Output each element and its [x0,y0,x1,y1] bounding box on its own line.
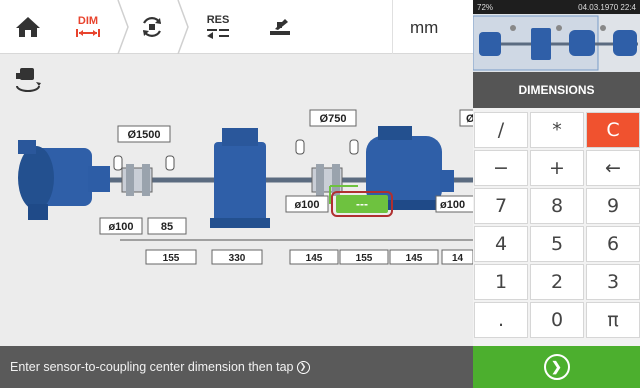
key-backspace[interactable]: ← [586,150,640,186]
svg-text:ø100: ø100 [108,221,133,233]
continue-button[interactable]: ❯ [473,346,640,388]
dim-145-b[interactable]: 145 [389,249,439,265]
datetime: 04.03.1970 22:4 [578,2,636,12]
key-5[interactable]: 5 [530,226,584,262]
dim-d100-a[interactable]: ø100 [99,217,143,235]
svg-text:Ø1500: Ø1500 [127,129,160,141]
machine-settings-button[interactable] [8,58,48,98]
dimensions-header: DIMENSIONS [473,72,640,108]
key-0[interactable]: 0 [530,302,584,338]
key-1[interactable]: 1 [474,264,528,300]
coupling-1 [113,155,175,196]
dim-button[interactable]: DIM [60,0,116,54]
key-6[interactable]: 6 [586,226,640,262]
home-button[interactable] [6,0,50,54]
toolbar: DIM RES mm [0,0,473,54]
dim-d100-b[interactable]: ø100 [285,195,329,213]
machine-move-icon [270,19,290,35]
dim-330[interactable]: 330 [211,249,263,265]
measure-button[interactable] [130,0,174,54]
key-4[interactable]: 4 [474,226,528,262]
svg-text:---: --- [356,197,368,211]
svg-text:85: 85 [161,221,173,233]
unit-label[interactable]: mm [410,18,438,38]
machine-train-diagram: Ø1500 Ø750 Ø ø100 85 ø100 --- ø100 155 3… [18,109,473,265]
main-area: DIM RES mm Ø1500 Ø750 Ø ø100 85 ø100 ---… [0,0,473,388]
svg-text:145: 145 [306,253,323,264]
svg-text:ø100: ø100 [294,199,319,211]
go-hint-icon: ❯ [296,360,310,374]
svg-text:ø100: ø100 [440,199,465,211]
machine-move-button[interactable] [258,0,302,54]
svg-text:330: 330 [229,253,246,264]
chevron-right-icon: ❯ [543,354,570,380]
side-panel: 72% 04.03.1970 22:4 DIMENSIONS / * C − + ← 7 8 9… [472,0,640,388]
key-pi[interactable]: π [586,302,640,338]
res-label: RES [206,14,230,26]
key-7[interactable]: 7 [474,188,528,224]
home-icon [16,17,40,37]
battery-level: 72% [477,2,494,12]
key-clear[interactable]: C [586,112,640,148]
gearbox-machine [210,128,270,228]
machine-thumbnail-image [472,15,638,71]
dim-145-a[interactable]: 145 [289,249,339,265]
key-8[interactable]: 8 [530,188,584,224]
dim-155-a[interactable]: 155 [145,249,197,265]
dim-d750[interactable]: Ø750 [309,109,357,127]
dim-label: DIM [77,15,99,27]
status-bar: Enter sensor-to-coupling center dimensio… [0,346,473,388]
dim-d1500[interactable]: Ø1500 [117,125,171,143]
dim-155-b[interactable]: 155 [339,249,389,265]
svg-text:155: 155 [163,253,180,264]
key-3[interactable]: 3 [586,264,640,300]
results-button[interactable]: RES [196,0,240,54]
key-9[interactable]: 9 [586,188,640,224]
svg-text:Ø: Ø [466,113,473,125]
results-arrows-icon [207,29,229,39]
dim-active-field[interactable]: --- [331,191,393,217]
key-plus[interactable]: + [530,150,584,186]
machine-thumbnails[interactable] [472,14,640,72]
status-message: Enter sensor-to-coupling center dimensio… [10,360,294,374]
dim-85[interactable]: 85 [147,217,187,235]
dim-d100-c[interactable]: ø100 [435,195,473,213]
rotate-measure-icon [143,17,161,37]
device-statusbar: 72% 04.03.1970 22:4 [473,0,640,14]
key-minus[interactable]: − [474,150,528,186]
pump-machine [18,140,110,220]
key-slash[interactable]: / [474,112,528,148]
svg-text:145: 145 [406,253,423,264]
dimension-arrow-icon [76,29,100,37]
toolbar-divider [392,0,393,54]
dim-d-cut[interactable]: Ø [459,109,473,127]
dim-14[interactable]: 14 [441,249,473,265]
step-chevron [177,0,189,54]
machine-settings-icon [16,68,41,92]
coupling-2 [295,139,359,196]
key-multiply[interactable]: * [530,112,584,148]
key-2[interactable]: 2 [530,264,584,300]
key-decimal[interactable]: . [474,302,528,338]
svg-text:14: 14 [452,253,464,264]
svg-text:155: 155 [356,253,373,264]
step-chevron [117,0,129,54]
svg-text:Ø750: Ø750 [320,113,347,125]
